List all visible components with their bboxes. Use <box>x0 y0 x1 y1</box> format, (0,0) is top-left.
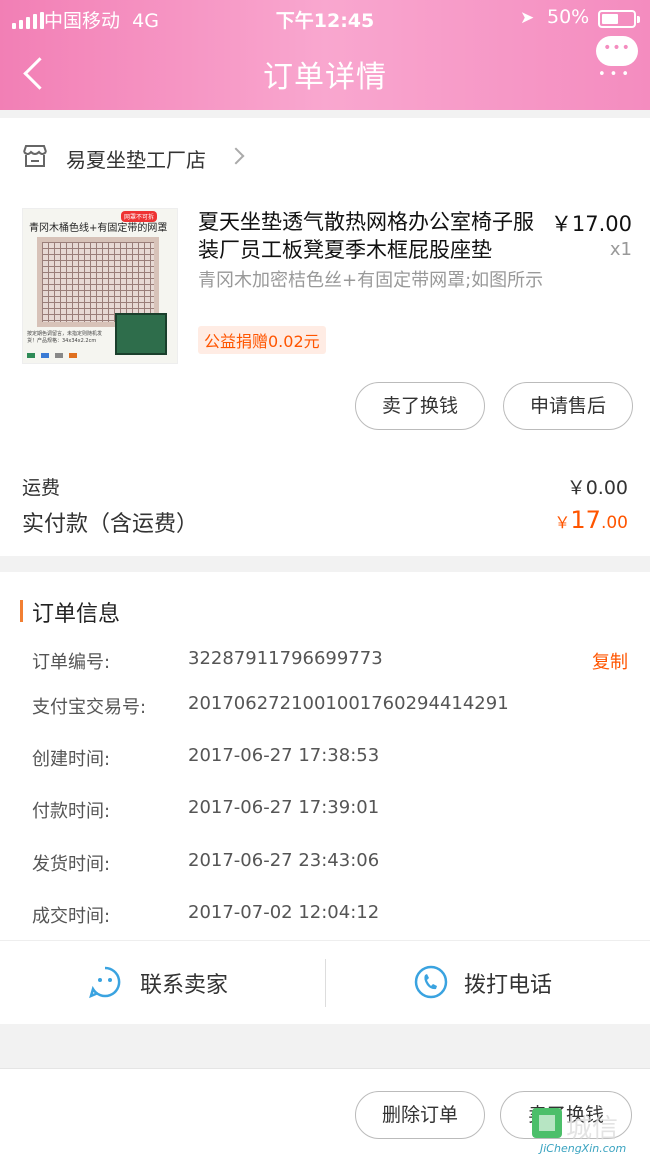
swatch <box>41 353 49 358</box>
phone-icon <box>414 965 448 999</box>
copy-button[interactable]: 复制 <box>592 648 628 674</box>
order-info-card: 订单信息 订单编号: 32287911796699773 复制 支付宝交易号: … <box>0 572 650 940</box>
contact-seller-label: 联系卖家 <box>140 973 229 998</box>
watermark-logo-icon <box>532 1108 562 1138</box>
swatch <box>27 353 35 358</box>
watermark-en: JiChengXin.com <box>540 1142 627 1155</box>
contact-actions: 联系卖家 拨打电话 <box>0 940 650 1024</box>
shop-name: 易夏坐垫工厂店 <box>66 148 206 172</box>
contact-seller-button[interactable]: 联系卖家 <box>0 941 325 1025</box>
product-sku: 青冈木加密桔色丝+有固定带网罩;如图所示 <box>198 270 544 291</box>
battery-percent: 50% <box>547 6 590 28</box>
image-tag: 网罩不可拆 <box>121 211 158 222</box>
delete-order-button[interactable]: 删除订单 <box>355 1091 485 1139</box>
chat-bubble-more-icon <box>596 36 638 66</box>
total-value: ￥17.00 <box>554 506 628 534</box>
status-bar: 中国移动 4G 下午12:45 ➤ 50% <box>0 6 650 32</box>
green-cushion-graphic <box>115 313 167 355</box>
charity-badge: 公益捐赠0.02元 <box>198 326 326 354</box>
section-title: 订单信息 <box>32 602 121 627</box>
swatch <box>55 353 63 358</box>
total-label: 实付款（含运费） <box>22 512 199 537</box>
store-icon <box>23 145 47 167</box>
product-price: ￥17.00 <box>550 212 632 236</box>
shipping-label: 运费 <box>22 477 61 499</box>
site-watermark: 城信 JiChengXin.com <box>532 1106 650 1156</box>
product-quantity: x1 <box>609 239 632 260</box>
call-phone-button[interactable]: 拨打电话 <box>326 941 650 1025</box>
product-image[interactable]: 青冈木桶色线+有固定带的网罩 网罩不可拆 按定期色调留言，未指定则随机发货！产品… <box>22 208 178 364</box>
battery-icon <box>598 10 640 28</box>
fees-card: 运费 ￥0.00 实付款（含运费） <box>0 456 650 556</box>
chat-smile-icon <box>89 966 121 999</box>
page-title: 订单详情 <box>263 60 387 95</box>
call-phone-label: 拨打电话 <box>464 973 553 998</box>
more-dots-icon: ••• <box>598 67 634 82</box>
shipping-value: ￥0.00 <box>566 477 628 499</box>
watermark-cn: 城信 <box>566 1114 619 1144</box>
top-bar: 中国移动 4G 下午12:45 ➤ 50% 订单详情 ••• <box>0 0 650 110</box>
more-button[interactable]: ••• <box>596 36 638 82</box>
chevron-right-icon <box>227 147 245 165</box>
after-sale-button[interactable]: 申请售后 <box>503 382 633 430</box>
image-small-text: 按定期色调留言，未指定则随机发货！产品规格：34x34x2.2cm <box>27 331 103 344</box>
sell-button[interactable]: 卖了换钱 <box>355 382 485 430</box>
location-icon: ➤ <box>520 8 535 28</box>
swatch <box>69 353 77 358</box>
shop-row[interactable]: 易夏坐垫工厂店 <box>0 118 650 192</box>
section-accent-bar <box>20 600 23 622</box>
product-title[interactable]: 夏天坐垫透气散热网格办公室椅子服装厂员工板凳夏季木框屁股座垫 <box>198 208 548 264</box>
